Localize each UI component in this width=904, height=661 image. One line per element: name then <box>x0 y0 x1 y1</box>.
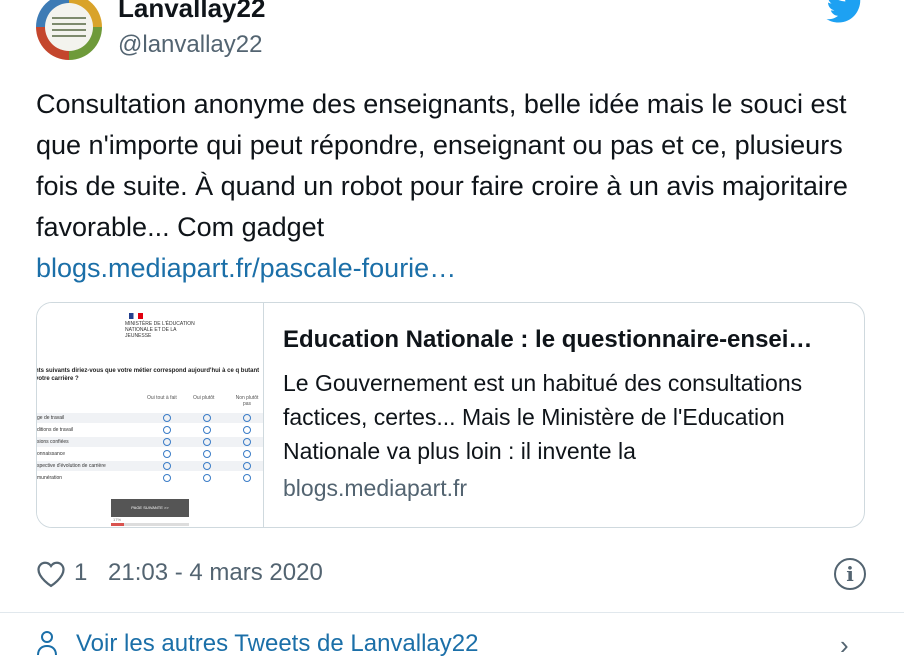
thumbnail-survey-row: ge de travail <box>37 413 263 423</box>
author-handle[interactable]: @lanvallay22 <box>118 31 262 59</box>
thumbnail-survey-row: spective d'évolution de carrière <box>37 461 263 471</box>
thumbnail-row-label: ge de travail <box>37 415 65 421</box>
thumbnail-progress-label: 17% <box>113 517 122 522</box>
radio-icon <box>163 426 171 434</box>
radio-icon <box>163 450 171 458</box>
radio-icon <box>243 450 251 458</box>
tweet-timestamp[interactable]: 21:03 - 4 mars 2020 <box>108 559 323 587</box>
card-title: Education Nationale : le questionnaire-e… <box>283 326 813 353</box>
card-thumbnail[interactable]: MINISTÈRE DE L'ÉDUCATION NATIONALE ET DE… <box>37 303 264 527</box>
card-description: Le Gouvernement est un habitué des consu… <box>283 370 803 464</box>
tweet-body: Consultation anonyme des enseignants, be… <box>36 84 876 289</box>
thumbnail-survey-row: onnaissance <box>37 449 263 459</box>
thumbnail-next-button: PAGE SUIVANTE >> <box>111 499 189 517</box>
tweet-text: Consultation anonyme des enseignants, be… <box>36 89 848 242</box>
radio-icon <box>203 414 211 422</box>
radio-icon <box>243 426 251 434</box>
radio-icon <box>203 474 211 482</box>
marianne-flag-icon <box>129 313 143 319</box>
divider <box>0 612 904 613</box>
more-tweets-link[interactable]: Voir les autres Tweets de Lanvallay22 › <box>36 630 866 660</box>
tweet-link[interactable]: blogs.mediapart.fr/pascale-fourie… <box>36 248 876 289</box>
thumbnail-survey-row: sions confiées <box>37 437 263 447</box>
radio-icon <box>243 438 251 446</box>
radio-icon <box>163 474 171 482</box>
radio-icon <box>163 438 171 446</box>
author-display-name[interactable]: Lanvallay22 <box>118 0 265 24</box>
radio-icon <box>243 474 251 482</box>
thumbnail-org: MINISTÈRE DE L'ÉDUCATION NATIONALE ET DE… <box>125 321 195 339</box>
radio-icon <box>203 426 211 434</box>
thumbnail-survey-row: ditions de travail <box>37 425 263 435</box>
radio-icon <box>203 450 211 458</box>
avatar-logo <box>45 3 93 51</box>
more-tweets-label[interactable]: Voir les autres Tweets de Lanvallay22 <box>76 630 478 658</box>
thumbnail-row-label: sions confiées <box>37 439 69 445</box>
profile-avatar[interactable] <box>36 0 102 60</box>
thumbnail-row-label: ditions de travail <box>37 427 74 433</box>
link-preview-card[interactable]: MINISTÈRE DE L'ÉDUCATION NATIONALE ET DE… <box>36 302 865 528</box>
tweet-meta: 1 21:03 - 4 mars 2020 i <box>36 558 866 590</box>
radio-icon <box>243 462 251 470</box>
radio-icon <box>243 414 251 422</box>
thumbnail-row-label: spective d'évolution de carrière <box>37 463 106 469</box>
thumbnail-col-header: Oui tout à fait <box>147 395 177 401</box>
like-count[interactable]: 1 <box>74 559 87 587</box>
thumbnail-survey-row: munération <box>37 473 263 483</box>
card-domain: blogs.mediapart.fr <box>283 475 468 501</box>
radio-icon <box>203 462 211 470</box>
thumbnail-progress <box>111 523 189 526</box>
thumbnail-progress-fill <box>111 523 125 526</box>
thumbnail-col-header: Non plutôt pas <box>235 395 259 407</box>
radio-icon <box>163 462 171 470</box>
thumbnail-row-label: munération <box>37 475 63 481</box>
heart-icon[interactable] <box>36 560 66 588</box>
thumbnail-row-label: onnaissance <box>37 451 66 457</box>
chevron-right-icon[interactable]: › <box>840 630 849 661</box>
twitter-bird-icon[interactable] <box>826 0 866 24</box>
thumbnail-col-header: Oui plutôt <box>193 395 215 401</box>
radio-icon <box>203 438 211 446</box>
person-icon <box>37 631 57 656</box>
info-icon[interactable]: i <box>834 558 866 590</box>
radio-icon <box>163 414 171 422</box>
thumbnail-question: nts suivants diriez-vous que votre métie… <box>37 368 260 382</box>
